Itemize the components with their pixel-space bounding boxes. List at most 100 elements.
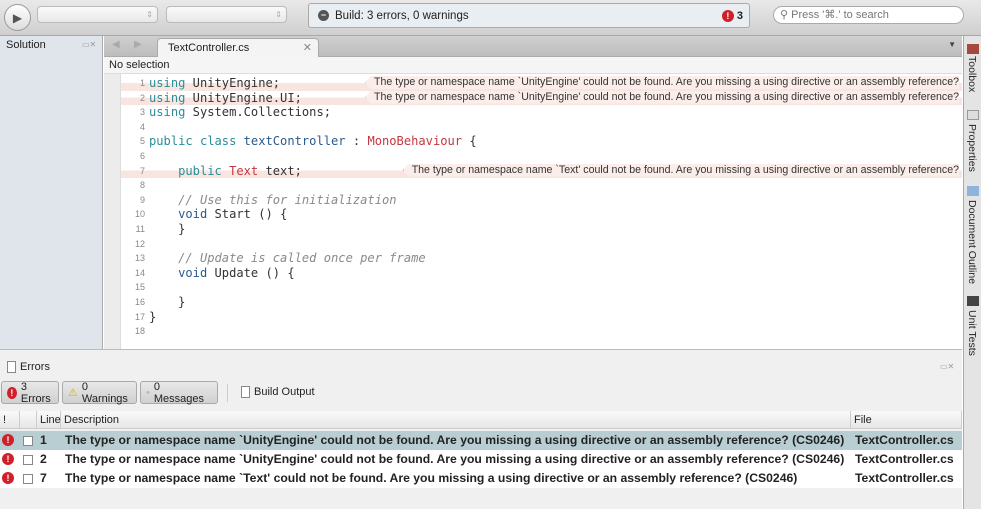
code-token: UnityEngine.UI; bbox=[185, 90, 302, 105]
code-line[interactable]: 16 } bbox=[121, 295, 962, 310]
solution-pad: Solution ▭✕ bbox=[0, 36, 103, 349]
tab-textcontroller[interactable]: TextController.cs ✕ bbox=[157, 38, 319, 57]
code-line[interactable]: 12 bbox=[121, 237, 962, 252]
error-row[interactable]: ! 7 The type or namespace name `Text' co… bbox=[0, 469, 962, 488]
document-outline-icon bbox=[967, 186, 979, 196]
pad-dock-close-icon[interactable]: ▭✕ bbox=[82, 40, 96, 49]
messages-filter-button[interactable]: • 0 Messages bbox=[140, 380, 218, 405]
tab-list-dropdown-icon[interactable]: ▼ bbox=[948, 40, 956, 49]
errors-table-header: ! Line Description File bbox=[0, 411, 962, 429]
code-text: // Use this for initialization bbox=[149, 193, 396, 208]
col-line[interactable]: Line bbox=[37, 411, 61, 429]
warning-icon: ⚠ bbox=[68, 387, 78, 399]
line-number: 3 bbox=[139, 107, 145, 118]
code-line[interactable]: 14 void Update () { bbox=[121, 266, 962, 281]
code-token: } bbox=[149, 222, 186, 236]
pad-dock-close-icon[interactable]: ▭✕ bbox=[940, 362, 954, 371]
code-line[interactable]: 6 bbox=[121, 149, 962, 164]
code-token: : bbox=[345, 134, 368, 149]
code-line[interactable]: 9 // Use this for initialization bbox=[121, 193, 962, 208]
message-icon: • bbox=[146, 386, 150, 399]
code-token: Update () { bbox=[207, 265, 295, 280]
main-toolbar: ▶ ⇕ ⇕ − Build: 3 errors, 0 warnings ! 3 … bbox=[0, 0, 981, 36]
run-button[interactable]: ▶ bbox=[4, 4, 31, 31]
error-icon: ! bbox=[7, 386, 17, 399]
row-checkbox[interactable] bbox=[23, 474, 33, 484]
dock-document-outline[interactable]: Document Outline bbox=[966, 200, 978, 284]
error-description: The type or namespace name `UnityEngine'… bbox=[65, 433, 845, 447]
search-input[interactable]: ⚲ Press '⌘.' to search bbox=[773, 6, 964, 24]
code-line[interactable]: 8 bbox=[121, 178, 962, 193]
code-line[interactable]: 13 // Update is called once per frame bbox=[121, 251, 962, 266]
unit-tests-icon bbox=[967, 296, 979, 306]
errors-filter-button[interactable]: ! 3 Errors bbox=[1, 381, 59, 405]
col-checkbox[interactable] bbox=[20, 411, 37, 429]
status-text: Build: 3 errors, 0 warnings bbox=[335, 9, 469, 22]
error-row[interactable]: ! 2 The type or namespace name `UnityEng… bbox=[0, 450, 962, 469]
code-line[interactable]: 2 using UnityEngine.UI; The type or namesp… bbox=[121, 90, 962, 106]
code-token: Start () { bbox=[207, 207, 288, 222]
code-line[interactable]: 3 using System.Collections; bbox=[121, 105, 962, 120]
back-arrow-icon[interactable]: ◀ bbox=[112, 39, 120, 50]
code-text: using UnityEngine.UI; bbox=[149, 91, 302, 106]
line-number: 9 bbox=[139, 194, 145, 205]
forward-arrow-icon[interactable]: ▶ bbox=[134, 39, 142, 50]
code-token: using bbox=[149, 105, 186, 120]
target-select[interactable]: ⇕ bbox=[166, 6, 287, 23]
error-file: TextController.cs bbox=[855, 433, 954, 447]
code-text: } bbox=[149, 222, 185, 237]
error-row[interactable]: ! 1 The type or namespace name `UnityEng… bbox=[0, 431, 962, 450]
selection-breadcrumb[interactable]: No selection bbox=[104, 57, 962, 74]
error-file: TextController.cs bbox=[855, 452, 954, 466]
search-placeholder: Press '⌘.' to search bbox=[791, 9, 889, 21]
code-line[interactable]: 17} bbox=[121, 310, 962, 325]
code-token: Text bbox=[229, 163, 259, 178]
error-icon: ! bbox=[721, 9, 734, 22]
code-token: void bbox=[178, 265, 208, 280]
code-token: public class bbox=[149, 134, 237, 149]
error-line: 7 bbox=[40, 471, 47, 485]
code-editor[interactable]: 1 using UnityEngine; The type or namespace… bbox=[121, 76, 962, 349]
col-file[interactable]: File bbox=[851, 411, 962, 429]
code-line[interactable]: 4 bbox=[121, 120, 962, 135]
inline-error-bubble[interactable]: The type or namespace name `UnityEngine'… bbox=[365, 90, 959, 104]
build-output-label: Build Output bbox=[254, 386, 315, 398]
dock-unit-tests[interactable]: Unit Tests bbox=[966, 310, 978, 356]
inline-error-bubble[interactable]: The type or namespace name `UnityEngine'… bbox=[365, 76, 959, 89]
col-description[interactable]: Description bbox=[61, 411, 851, 429]
row-checkbox[interactable] bbox=[23, 436, 33, 446]
warnings-filter-button[interactable]: ⚠ 0 Warnings bbox=[62, 381, 137, 405]
close-tab-icon[interactable]: ✕ bbox=[303, 39, 312, 57]
error-count-badge[interactable]: ! 3 bbox=[721, 9, 743, 22]
code-line[interactable]: 15 bbox=[121, 280, 962, 295]
build-output-button[interactable]: Build Output bbox=[241, 386, 315, 398]
document-icon bbox=[241, 386, 250, 398]
error-description: The type or namespace name `UnityEngine'… bbox=[65, 452, 845, 466]
search-icon: ⚲ bbox=[780, 9, 789, 21]
code-line[interactable]: 11 } bbox=[121, 222, 962, 237]
col-icon[interactable]: ! bbox=[0, 411, 20, 429]
code-token: System.Collections; bbox=[185, 105, 332, 120]
dock-toolbox[interactable]: Toolbox bbox=[966, 56, 978, 92]
dock-properties[interactable]: Properties bbox=[966, 124, 978, 172]
code-line[interactable]: 5 public class textController : MonoBehav… bbox=[121, 134, 962, 149]
line-number: 6 bbox=[139, 151, 145, 161]
error-line: 2 bbox=[40, 452, 47, 466]
line-number: 16 bbox=[134, 297, 145, 307]
code-token: using bbox=[149, 90, 186, 105]
errors-pad: Errors ▭✕ ! 3 Errors ⚠ 0 Warnings • 0 Messa… bbox=[0, 349, 962, 509]
error-icon: ! bbox=[2, 453, 14, 465]
code-line[interactable]: 7 public Text text; The type or namespace… bbox=[121, 163, 962, 179]
row-checkbox[interactable] bbox=[23, 455, 33, 465]
play-icon: ▶ bbox=[12, 10, 23, 25]
configuration-select[interactable]: ⇕ bbox=[37, 6, 158, 23]
code-line[interactable]: 18 bbox=[121, 324, 962, 339]
code-token: MonoBehaviour bbox=[367, 134, 463, 149]
error-file: TextController.cs bbox=[855, 471, 954, 485]
messages-filter-label: 0 Messages bbox=[153, 380, 204, 405]
solution-title: Solution bbox=[6, 39, 46, 51]
inline-error-bubble[interactable]: The type or namespace name `Text' could … bbox=[402, 163, 959, 177]
code-line[interactable]: 10 void Start () { bbox=[121, 207, 962, 222]
code-line[interactable]: 1 using UnityEngine; The type or namespace… bbox=[121, 76, 962, 91]
